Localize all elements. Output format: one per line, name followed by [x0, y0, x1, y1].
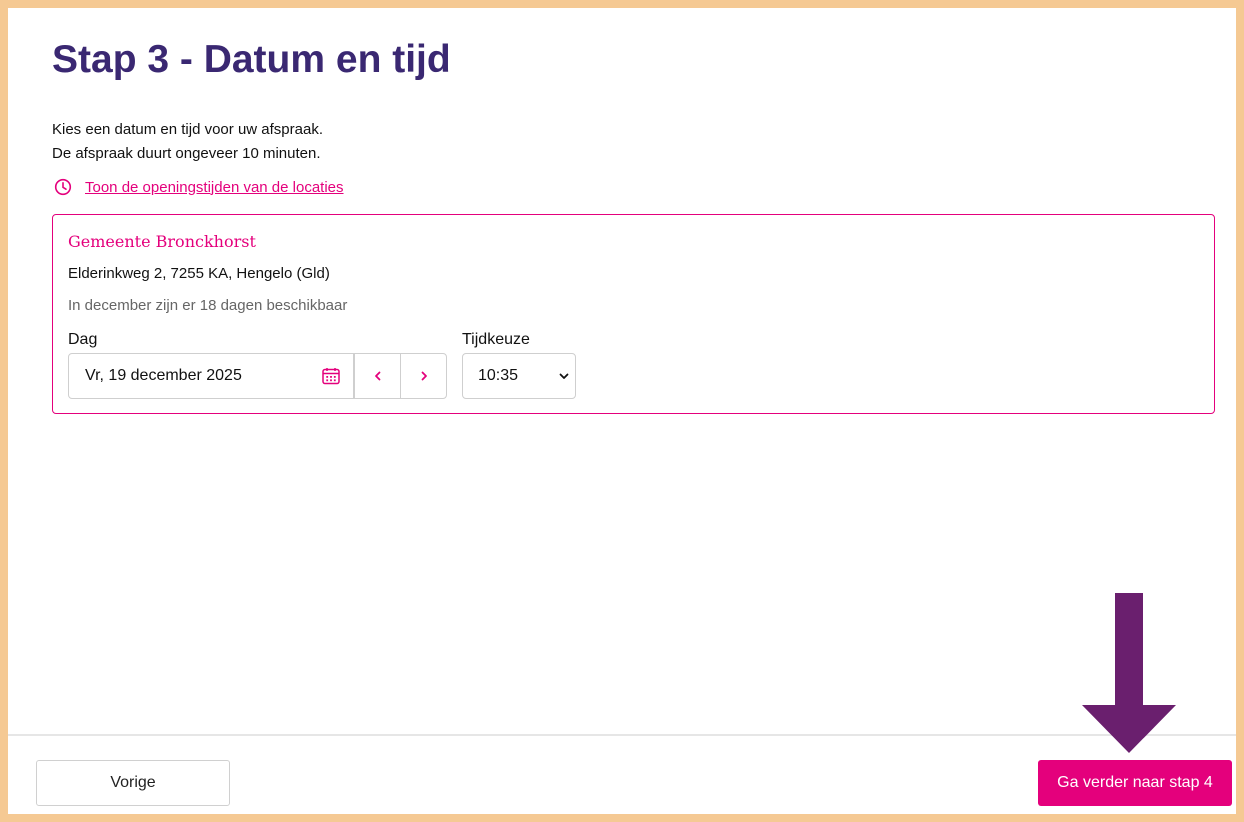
opening-hours-link-label: Toon de openingstijden van de locaties: [85, 178, 344, 196]
day-label: Dag: [68, 331, 98, 348]
chevron-down-icon: [559, 373, 569, 379]
chevron-left-icon: [374, 371, 380, 381]
chevron-right-icon: [421, 371, 427, 381]
location-name: Gemeente Bronckhorst: [68, 232, 256, 251]
intro-line-1: Kies een datum en tijd voor uw afspraak.: [52, 121, 323, 138]
previous-step-button[interactable]: Vorige: [36, 760, 230, 806]
date-input[interactable]: Vr, 19 december 2025: [68, 353, 354, 399]
date-value: Vr, 19 december 2025: [85, 367, 242, 384]
calendar-icon[interactable]: [321, 366, 341, 386]
next-step-button[interactable]: Ga verder naar stap 4: [1038, 760, 1232, 806]
next-day-button[interactable]: [400, 353, 447, 399]
time-select[interactable]: 10:35: [462, 353, 576, 399]
page-title: Stap 3 - Datum en tijd: [52, 38, 451, 81]
location-card: Gemeente Bronckhorst Elderinkweg 2, 7255…: [52, 214, 1215, 414]
previous-day-button[interactable]: [354, 353, 401, 399]
time-label: Tijdkeuze: [462, 331, 530, 348]
intro-text: Kies een datum en tijd voor uw afspraak.…: [52, 118, 323, 166]
intro-line-2: De afspraak duurt ongeveer 10 minuten.: [52, 145, 321, 162]
clock-icon: [54, 178, 72, 196]
location-address: Elderinkweg 2, 7255 KA, Hengelo (Gld): [68, 265, 330, 282]
footer-bar: Vorige Ga verder naar stap 4: [8, 734, 1236, 814]
annotation-arrow-icon: [1082, 593, 1176, 753]
time-value: 10:35: [478, 367, 519, 384]
availability-text: In december zijn er 18 dagen beschikbaar: [68, 297, 348, 314]
page-frame: Stap 3 - Datum en tijd Kies een datum en…: [8, 8, 1236, 814]
opening-hours-link[interactable]: Toon de openingstijden van de locaties: [52, 178, 344, 196]
